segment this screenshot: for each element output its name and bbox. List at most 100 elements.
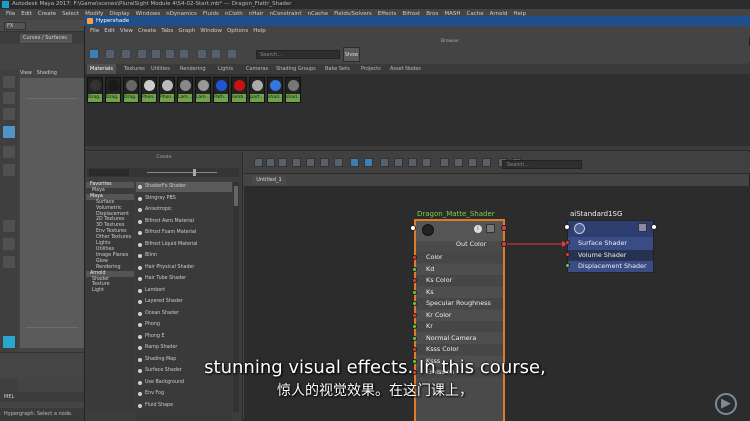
layout-two-icon[interactable] (3, 256, 15, 268)
magnify-icon[interactable] (227, 49, 237, 59)
select-tool-icon[interactable] (3, 76, 15, 88)
move-tool-icon[interactable] (3, 126, 15, 138)
create-node-item[interactable]: Phong (136, 320, 232, 330)
create-node-item[interactable]: Phong E (136, 332, 232, 342)
create-node-item[interactable]: Ocean Shader (136, 309, 232, 319)
sg-attribute-row[interactable]: Surface Shader (568, 238, 653, 249)
browser-tab[interactable]: Materials (87, 64, 116, 74)
filter-icon[interactable] (211, 49, 221, 59)
frame-all-icon[interactable] (350, 158, 359, 167)
viewport-menu-shading[interactable]: Shading (37, 70, 57, 76)
rotate-tool-icon[interactable] (3, 146, 15, 158)
custom-mode-icon[interactable] (422, 158, 431, 167)
material-swatch[interactable]: Drag... (87, 77, 103, 103)
clear-graph-icon[interactable] (292, 158, 301, 167)
attribute-input-port[interactable] (412, 347, 417, 352)
sg-input-port[interactable] (564, 224, 570, 230)
connected-mode-icon[interactable] (394, 158, 403, 167)
graph-input-icon[interactable] (254, 158, 263, 167)
lasso-tool-icon[interactable] (3, 92, 15, 104)
rearrange-icon[interactable] (306, 158, 315, 167)
grid-view-icon[interactable] (89, 49, 99, 59)
browser-tab[interactable]: Projects (358, 64, 384, 74)
create-filter-input[interactable] (89, 169, 129, 176)
list-view-icon[interactable] (105, 49, 115, 59)
sg-attribute-port[interactable] (565, 240, 570, 245)
material-swatch[interactable]: Path... (213, 77, 229, 103)
create-node-item[interactable]: Layered Shader (136, 297, 232, 307)
category-item[interactable]: Light (86, 288, 134, 294)
full-mode-icon[interactable] (408, 158, 417, 167)
sg-attribute-port[interactable] (565, 263, 570, 268)
browser-tab[interactable]: Utilities (148, 64, 173, 74)
browser-search-input[interactable]: Search... (256, 50, 340, 59)
work-area-search-input[interactable]: Search... (502, 160, 582, 169)
menu-set-dropdown[interactable]: FX (4, 22, 26, 30)
graph-output-icon[interactable] (266, 158, 275, 167)
paint-tool-icon[interactable] (3, 108, 15, 120)
create-node-item[interactable]: Stingray PBS (136, 194, 232, 204)
sort-name-icon[interactable] (137, 49, 147, 59)
material-swatch[interactable]: lamb... (231, 77, 247, 103)
create-node-item[interactable]: Blinn (136, 251, 232, 261)
sort-time-icon[interactable] (165, 49, 175, 59)
create-node-item[interactable]: Lambert (136, 286, 232, 296)
create-node-item[interactable]: Bifrost Aero Material (136, 217, 232, 227)
browser-tab[interactable]: Cameras (243, 64, 271, 74)
create-node-item[interactable]: Hair Physical Shader (136, 263, 232, 273)
shading-group-node[interactable]: Surface Shader Volume Shader Displacement … (567, 220, 654, 273)
sg-attribute-row[interactable]: Volume Shader (568, 249, 653, 261)
graph-both-icon[interactable] (278, 158, 287, 167)
simple-mode-icon[interactable] (380, 158, 389, 167)
swatch-size-icon[interactable] (121, 49, 131, 59)
hypershade-menu-item[interactable]: Create (138, 28, 156, 34)
attribute-input-port[interactable] (412, 255, 417, 260)
create-node-item[interactable]: Anisotropic (136, 205, 232, 215)
show-tabs-icon[interactable] (197, 49, 207, 59)
material-swatch[interactable]: Lam... (195, 77, 211, 103)
remove-selected-icon[interactable] (334, 158, 343, 167)
sort-type-icon[interactable] (151, 49, 161, 59)
main-menu-item[interactable]: Create (38, 11, 56, 17)
create-node-item[interactable]: Ramp Shader (136, 343, 232, 353)
viewport[interactable] (20, 78, 84, 348)
layout-quad-icon[interactable] (3, 238, 15, 250)
hypershade-menu-item[interactable]: Options (227, 28, 248, 34)
attribute-input-port[interactable] (412, 312, 417, 318)
snap-grid-icon[interactable] (468, 158, 477, 167)
create-scrollbar-thumb[interactable] (234, 186, 238, 206)
icon-size-slider-handle[interactable] (193, 169, 196, 176)
material-swatch[interactable]: Phon... (141, 77, 157, 103)
material-swatch[interactable]: shad... (285, 77, 301, 103)
sg-attribute-port[interactable] (565, 251, 570, 257)
material-swatch[interactable]: Phon... (159, 77, 175, 103)
material-swatch[interactable]: shad... (267, 77, 283, 103)
sg-attribute-row[interactable]: Displacement Shader (568, 261, 653, 272)
create-node-item[interactable]: Bifrost Liquid Material (136, 240, 232, 250)
sg-output-port[interactable] (651, 224, 657, 230)
attribute-input-port[interactable] (412, 301, 417, 306)
attribute-input-port[interactable] (412, 335, 417, 341)
create-node-item[interactable]: ShaderFx Shader (136, 182, 232, 192)
browser-tab[interactable]: Textures (121, 64, 148, 74)
hypershade-menu-item[interactable]: Window (200, 28, 222, 34)
attribute-input-port[interactable] (412, 324, 417, 329)
browser-tab[interactable]: Rendering (177, 64, 209, 74)
hypershade-menu-item[interactable]: Help (253, 28, 266, 34)
browser-tab[interactable]: Lights (215, 64, 236, 74)
add-selected-icon[interactable] (320, 158, 329, 167)
pin-icon[interactable] (482, 158, 491, 167)
create-node-item[interactable]: Fluid Shape (136, 401, 232, 411)
browser-tab[interactable]: Shading Groups (273, 64, 319, 74)
sg-display-icon[interactable] (638, 223, 647, 232)
viewport-menu-view[interactable]: View (20, 70, 32, 76)
main-menu-item[interactable]: Select (62, 11, 79, 17)
hypershade-menu-item[interactable]: Edit (104, 28, 115, 34)
show-button[interactable]: Show (343, 47, 360, 62)
browser-tab[interactable]: Bake Sets (322, 64, 353, 74)
attribute-input-port[interactable] (412, 278, 417, 283)
tab-untitled-1[interactable]: Untitled_1 (252, 176, 286, 185)
icon-size-slider[interactable] (147, 172, 217, 173)
attribute-input-port[interactable] (412, 266, 417, 272)
toggle-swatches-icon[interactable] (440, 158, 449, 167)
